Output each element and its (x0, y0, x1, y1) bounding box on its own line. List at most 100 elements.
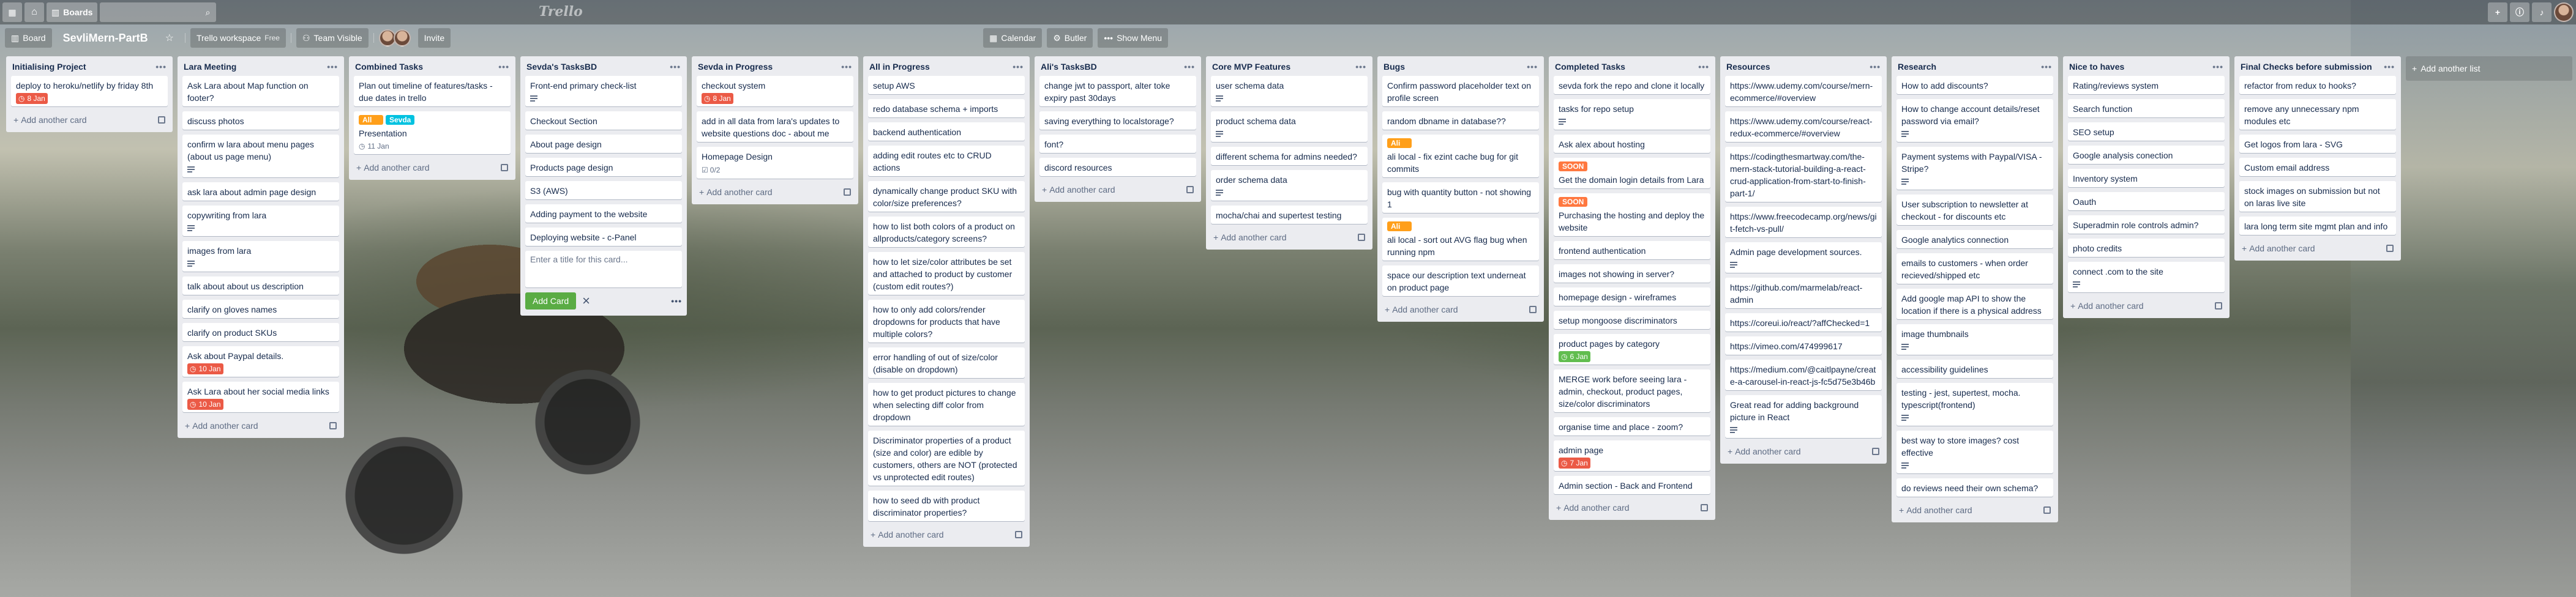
card[interactable]: discuss photos (182, 111, 339, 130)
list-title[interactable]: Lara Meeting (184, 61, 236, 72)
card[interactable]: organise time and place - zoom? (1554, 417, 1710, 436)
card[interactable]: Front-end primary check-list (525, 76, 682, 106)
card-template-icon[interactable] (844, 188, 851, 196)
more-icon[interactable]: ••• (671, 296, 682, 306)
list-title[interactable]: All in Progress (869, 61, 930, 72)
calendar-button[interactable]: ▦ Calendar (983, 28, 1043, 48)
card[interactable]: mocha/chai and supertest testing (1211, 206, 1368, 224)
card[interactable]: Ask Lara about Map function on footer? (182, 76, 339, 106)
card[interactable]: Oauth (2068, 192, 2225, 210)
card[interactable]: font? (1039, 135, 1196, 153)
card[interactable]: Get logos from lara - SVG (2239, 135, 2396, 153)
add-card-button[interactable]: + Add another card (1382, 301, 1539, 318)
card[interactable]: https://github.com/marmelab/react-admin (1725, 278, 1882, 308)
card[interactable]: S3 (AWS) (525, 181, 682, 199)
list-menu-icon[interactable]: ••• (1352, 61, 1366, 72)
list-title[interactable]: Completed Tasks (1555, 61, 1625, 72)
card[interactable]: homepage design - wireframes (1554, 287, 1710, 306)
card-label[interactable]: SOON (1559, 161, 1588, 171)
card[interactable]: Checkout Section (525, 111, 682, 130)
card[interactable]: How to change account details/reset pass… (1896, 99, 2053, 142)
card[interactable]: connect .com to the site (2068, 262, 2225, 292)
card[interactable]: copywriting from lara (182, 206, 339, 236)
card-label[interactable]: All (359, 115, 383, 125)
card[interactable]: how to get product pictures to change wh… (868, 383, 1025, 426)
card[interactable]: Confirm password placeholder text on pro… (1382, 76, 1539, 106)
card-template-icon[interactable] (2215, 302, 2222, 310)
card[interactable]: stock images on submission but not on la… (2239, 181, 2396, 212)
due-date-badge[interactable]: ◷ 7 Jan (1559, 458, 1590, 469)
card[interactable]: https://medium.com/@caitlpayne/create-a-… (1725, 360, 1882, 390)
card[interactable]: do reviews need their own schema? (1896, 478, 2053, 497)
star-button[interactable]: ☆ (159, 28, 180, 48)
card[interactable]: saving everything to localstorage? (1039, 111, 1196, 130)
add-card-button[interactable]: + Add another card (354, 159, 511, 176)
card-template-icon[interactable] (1701, 504, 1708, 511)
card[interactable]: photo credits (2068, 239, 2225, 257)
card[interactable]: images from lara (182, 241, 339, 272)
card[interactable]: sevda fork the repo and clone it locally (1554, 76, 1710, 94)
card[interactable]: discord resources (1039, 158, 1196, 176)
add-card-button[interactable]: + Add another card (697, 184, 853, 201)
apps-button[interactable]: ▦ (2, 2, 22, 22)
add-card-button[interactable]: + Add another card (182, 417, 339, 434)
card[interactable]: Adding payment to the website (525, 204, 682, 223)
card[interactable]: https://coreui.io/react/?affChecked=1 (1725, 313, 1882, 332)
card[interactable]: product schema data (1211, 111, 1368, 142)
add-card-button[interactable]: + Add another card (1896, 502, 2053, 519)
list-menu-icon[interactable]: ••• (1694, 61, 1709, 72)
workspace-button[interactable]: Trello workspace Free (190, 28, 286, 48)
card[interactable]: space our description text underneat on … (1382, 265, 1539, 296)
card[interactable]: order schema data (1211, 170, 1368, 201)
card-composer-input[interactable]: Enter a title for this card... (525, 251, 682, 287)
card[interactable]: clarify on gloves names (182, 300, 339, 318)
card[interactable]: SOON Get the domain login details from La… (1554, 158, 1710, 188)
card[interactable]: setup AWS (868, 76, 1025, 94)
board-view-button[interactable]: ▥ Board (5, 28, 52, 48)
card[interactable]: error handling of out of size/color (dis… (868, 347, 1025, 378)
card[interactable]: Inventory system (2068, 169, 2225, 187)
card[interactable]: User subscription to newsletter at check… (1896, 195, 2053, 225)
card-template-icon[interactable] (2043, 506, 2051, 514)
card-template-icon[interactable] (329, 422, 337, 429)
card[interactable]: Great read for adding background picture… (1725, 395, 1882, 438)
card-label[interactable]: Sevda (386, 115, 415, 125)
card[interactable]: best way to store images? cost effective (1896, 431, 2053, 473)
card-label[interactable]: Ali (1387, 221, 1412, 231)
card[interactable]: deploy to heroku/netlify by friday 8th ◷ 8… (11, 76, 168, 106)
add-card-button[interactable]: + Add another card (1211, 229, 1368, 246)
add-card-button[interactable]: + Add another card (2239, 240, 2396, 257)
due-date-badge[interactable]: ◷ 11 Jan (359, 141, 392, 152)
card[interactable]: emails to customers - when order recieve… (1896, 253, 2053, 284)
card[interactable]: add in all data from lara's updates to w… (697, 111, 853, 142)
list-menu-icon[interactable]: ••• (1180, 61, 1195, 72)
list-menu-icon[interactable]: ••• (2037, 61, 2052, 72)
card[interactable]: Ask about Paypal details. ◷ 10 Jan (182, 346, 339, 377)
list-menu-icon[interactable]: ••• (323, 61, 338, 72)
card[interactable]: redo database schema + imports (868, 99, 1025, 117)
card[interactable]: Superadmin role controls admin? (2068, 215, 2225, 234)
card[interactable]: tasks for repo setup (1554, 99, 1710, 130)
card[interactable]: SEO setup (2068, 122, 2225, 141)
list-menu-icon[interactable]: ••• (1009, 61, 1024, 72)
card[interactable]: Google analytics connection (1896, 230, 2053, 248)
member-avatar[interactable] (393, 29, 411, 46)
card[interactable]: Custom email address (2239, 158, 2396, 176)
card[interactable]: SOON Purchasing the hosting and deploy th… (1554, 193, 1710, 236)
card[interactable]: Ali ali local - fix ezint cache bug for g… (1382, 135, 1539, 177)
close-icon[interactable]: × (582, 293, 590, 309)
card[interactable]: how to seed db with product discriminato… (868, 491, 1025, 521)
list-title[interactable]: Final Checks before submission (2241, 61, 2372, 72)
card[interactable]: All Sevda Presentation ◷ 11 Jan (354, 111, 511, 154)
home-button[interactable]: ⌂ (24, 2, 44, 22)
card[interactable]: Search function (2068, 99, 2225, 117)
card[interactable]: images not showing in server? (1554, 264, 1710, 283)
card-template-icon[interactable] (158, 116, 165, 124)
card[interactable]: refactor from redux to hooks? (2239, 76, 2396, 94)
card[interactable]: lara long term site mgmt plan and info (2239, 217, 2396, 235)
card-template-icon[interactable] (1872, 448, 1879, 455)
list-title[interactable]: Sevda in Progress (698, 61, 773, 72)
user-avatar[interactable] (2554, 2, 2574, 22)
list-title[interactable]: Ali's TasksBD (1041, 61, 1097, 72)
card[interactable]: Rating/reviews system (2068, 76, 2225, 94)
